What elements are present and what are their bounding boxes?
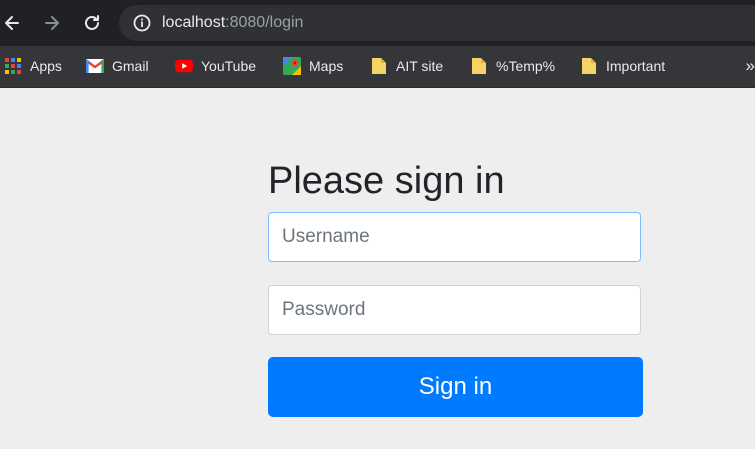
- url-text: localhost:8080/login: [162, 14, 303, 32]
- bookmark-temp[interactable]: %Temp%: [470, 55, 555, 77]
- bookmark-label: YouTube: [201, 58, 257, 74]
- folder-icon: [580, 57, 598, 75]
- maps-icon: [283, 57, 301, 75]
- folder-icon: [370, 57, 388, 75]
- bookmark-label: %Temp%: [496, 58, 556, 74]
- bookmark-important[interactable]: Important: [580, 55, 665, 77]
- bookmark-youtube[interactable]: YouTube: [175, 55, 256, 77]
- reload-button[interactable]: [80, 11, 104, 35]
- back-arrow-icon: [5, 16, 19, 30]
- bookmark-label: Maps: [309, 58, 344, 74]
- site-info-icon[interactable]: [132, 13, 152, 33]
- bookmark-apps[interactable]: Apps: [4, 55, 62, 77]
- bookmark-label: Apps: [30, 58, 62, 74]
- bookmark-gmail[interactable]: Gmail: [86, 55, 149, 77]
- forward-arrow-icon: [45, 16, 59, 30]
- bookmark-ait-site[interactable]: AIT site: [370, 55, 443, 77]
- login-page: Please sign in Sign in: [0, 88, 755, 449]
- reload-icon: [85, 15, 99, 30]
- browser-toolbar: localhost:8080/login: [0, 0, 755, 46]
- sign-in-button[interactable]: Sign in: [268, 357, 643, 417]
- password-input[interactable]: [268, 285, 641, 335]
- address-bar[interactable]: localhost:8080/login: [119, 5, 755, 41]
- bookmark-label: AIT site: [396, 58, 444, 74]
- username-input[interactable]: [268, 212, 641, 262]
- gmail-icon: [86, 57, 104, 75]
- url-host: localhost: [162, 14, 226, 31]
- bookmark-label: Important: [606, 58, 666, 74]
- bookmark-label: Gmail: [112, 58, 149, 74]
- page-title: Please sign in: [268, 160, 505, 202]
- url-path: :8080/login: [225, 14, 304, 31]
- bookmarks-bar: Apps Gmail YouTube Maps AIT site %Temp% …: [0, 46, 755, 88]
- bookmark-maps[interactable]: Maps: [283, 55, 343, 77]
- back-button[interactable]: [0, 11, 24, 35]
- forward-button[interactable]: [40, 11, 64, 35]
- folder-icon: [470, 57, 488, 75]
- more-bookmarks-button[interactable]: »: [746, 56, 755, 76]
- youtube-icon: [175, 57, 193, 75]
- apps-grid-icon: [4, 57, 22, 75]
